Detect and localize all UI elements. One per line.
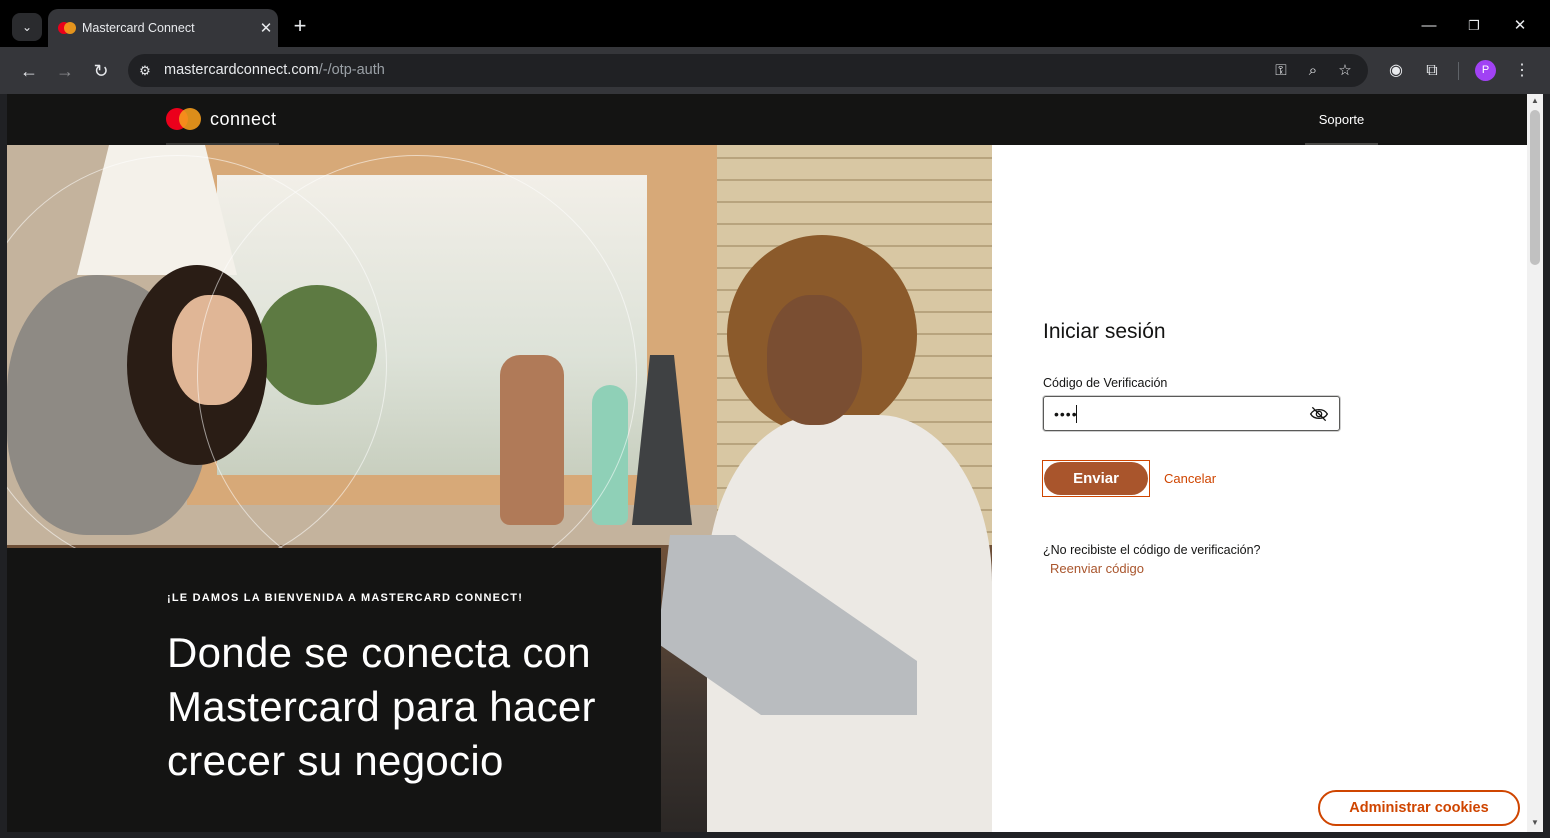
eye-slash-icon[interactable] <box>1309 405 1329 423</box>
text-caret <box>1076 405 1077 423</box>
mastercard-connect-logo[interactable]: connect <box>166 108 277 130</box>
resend-question: ¿No recibiste el código de verificación? <box>1043 543 1261 557</box>
verification-code-input[interactable]: •••• <box>1043 396 1340 431</box>
page-scrollbar[interactable]: ▲ ▼ <box>1527 94 1543 832</box>
toolbar-separator <box>1458 62 1459 80</box>
welcome-eyebrow: ¡LE DAMOS LA BIENVENIDA A MASTERCARD CON… <box>167 592 524 604</box>
verification-code-label: Código de Verificación <box>1043 376 1168 390</box>
welcome-panel: ¡LE DAMOS LA BIENVENIDA A MASTERCARD CON… <box>7 548 661 832</box>
site-header: connect Soporte <box>7 94 1527 145</box>
bookmark-star-icon[interactable]: ☆ <box>1334 60 1356 82</box>
verification-code-value: •••• <box>1054 406 1078 422</box>
tab-strip: ⌄ Mastercard Connect ✕ + — ❐ ✕ <box>0 0 1550 47</box>
forward-icon[interactable]: → <box>51 57 79 85</box>
mastercard-favicon-icon <box>58 22 76 34</box>
minimize-button[interactable]: — <box>1406 12 1452 40</box>
extensions-puzzle-icon[interactable]: ⧉ <box>1419 58 1445 84</box>
nav-support-underline <box>1305 143 1378 145</box>
page-viewport: connect Soporte ¡LE DAMOS LA BIENVENIDA … <box>7 94 1543 832</box>
browser-toolbar: ← → ↻ ⚙ mastercardconnect.com/-/otp-auth… <box>0 47 1550 94</box>
new-tab-button[interactable]: + <box>288 12 312 40</box>
manage-cookies-button[interactable]: Administrar cookies <box>1318 790 1520 826</box>
tab-close-icon[interactable]: ✕ <box>254 19 278 37</box>
zoom-icon[interactable]: ⌕ <box>1302 60 1324 82</box>
tab-title: Mastercard Connect <box>82 21 195 35</box>
submit-button[interactable]: Enviar <box>1042 460 1150 497</box>
site-info-icon[interactable]: ⚙ <box>136 62 154 80</box>
chevron-down-icon: ⌄ <box>21 20 33 34</box>
address-bar[interactable]: ⚙ mastercardconnect.com/-/otp-auth ⚿ ⌕ ☆ <box>128 54 1368 87</box>
form-actions: Enviar Cancelar <box>1042 460 1216 497</box>
menu-kebab-icon[interactable]: ⋮ <box>1509 58 1535 84</box>
logo-text: connect <box>210 108 277 129</box>
scroll-down-icon[interactable]: ▼ <box>1531 818 1539 827</box>
profile-avatar[interactable]: P <box>1475 60 1496 81</box>
mastercard-logo-icon <box>166 108 202 130</box>
window-bottom-edge <box>0 832 1550 838</box>
login-title: Iniciar sesión <box>1043 320 1166 343</box>
welcome-headline: Donde se conecta con Mastercard para hac… <box>167 629 596 784</box>
extension-glasses-icon[interactable]: ◉ <box>1383 58 1409 84</box>
url-text[interactable]: mastercardconnect.com/-/otp-auth <box>164 62 385 78</box>
close-window-button[interactable]: ✕ <box>1497 12 1543 40</box>
reload-icon[interactable]: ↻ <box>87 57 115 85</box>
tab-search-button[interactable]: ⌄ <box>12 13 42 41</box>
browser-tab-active[interactable]: Mastercard Connect ✕ <box>48 9 278 47</box>
password-key-icon[interactable]: ⚿ <box>1270 60 1292 82</box>
back-icon[interactable]: ← <box>15 57 43 85</box>
nav-support-link[interactable]: Soporte <box>1305 94 1378 145</box>
restore-button[interactable]: ❐ <box>1451 12 1497 40</box>
cancel-button[interactable]: Cancelar <box>1164 471 1216 486</box>
resend-code-link[interactable]: Reenviar código <box>1050 561 1144 576</box>
scroll-thumb[interactable] <box>1530 110 1540 265</box>
scroll-up-icon[interactable]: ▲ <box>1531 96 1539 105</box>
